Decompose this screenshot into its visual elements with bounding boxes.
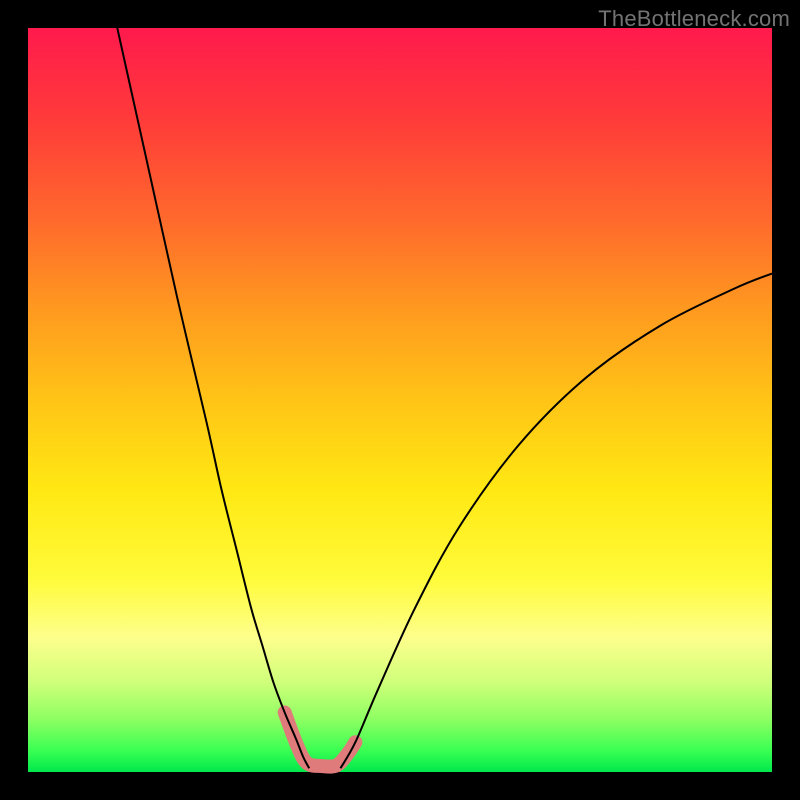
curve-layer bbox=[28, 28, 772, 772]
watermark-text: TheBottleneck.com bbox=[598, 6, 790, 32]
curve-right-branch bbox=[340, 274, 772, 769]
plot-area bbox=[28, 28, 772, 772]
curve-left-branch bbox=[117, 28, 309, 768]
chart-frame: TheBottleneck.com bbox=[0, 0, 800, 800]
